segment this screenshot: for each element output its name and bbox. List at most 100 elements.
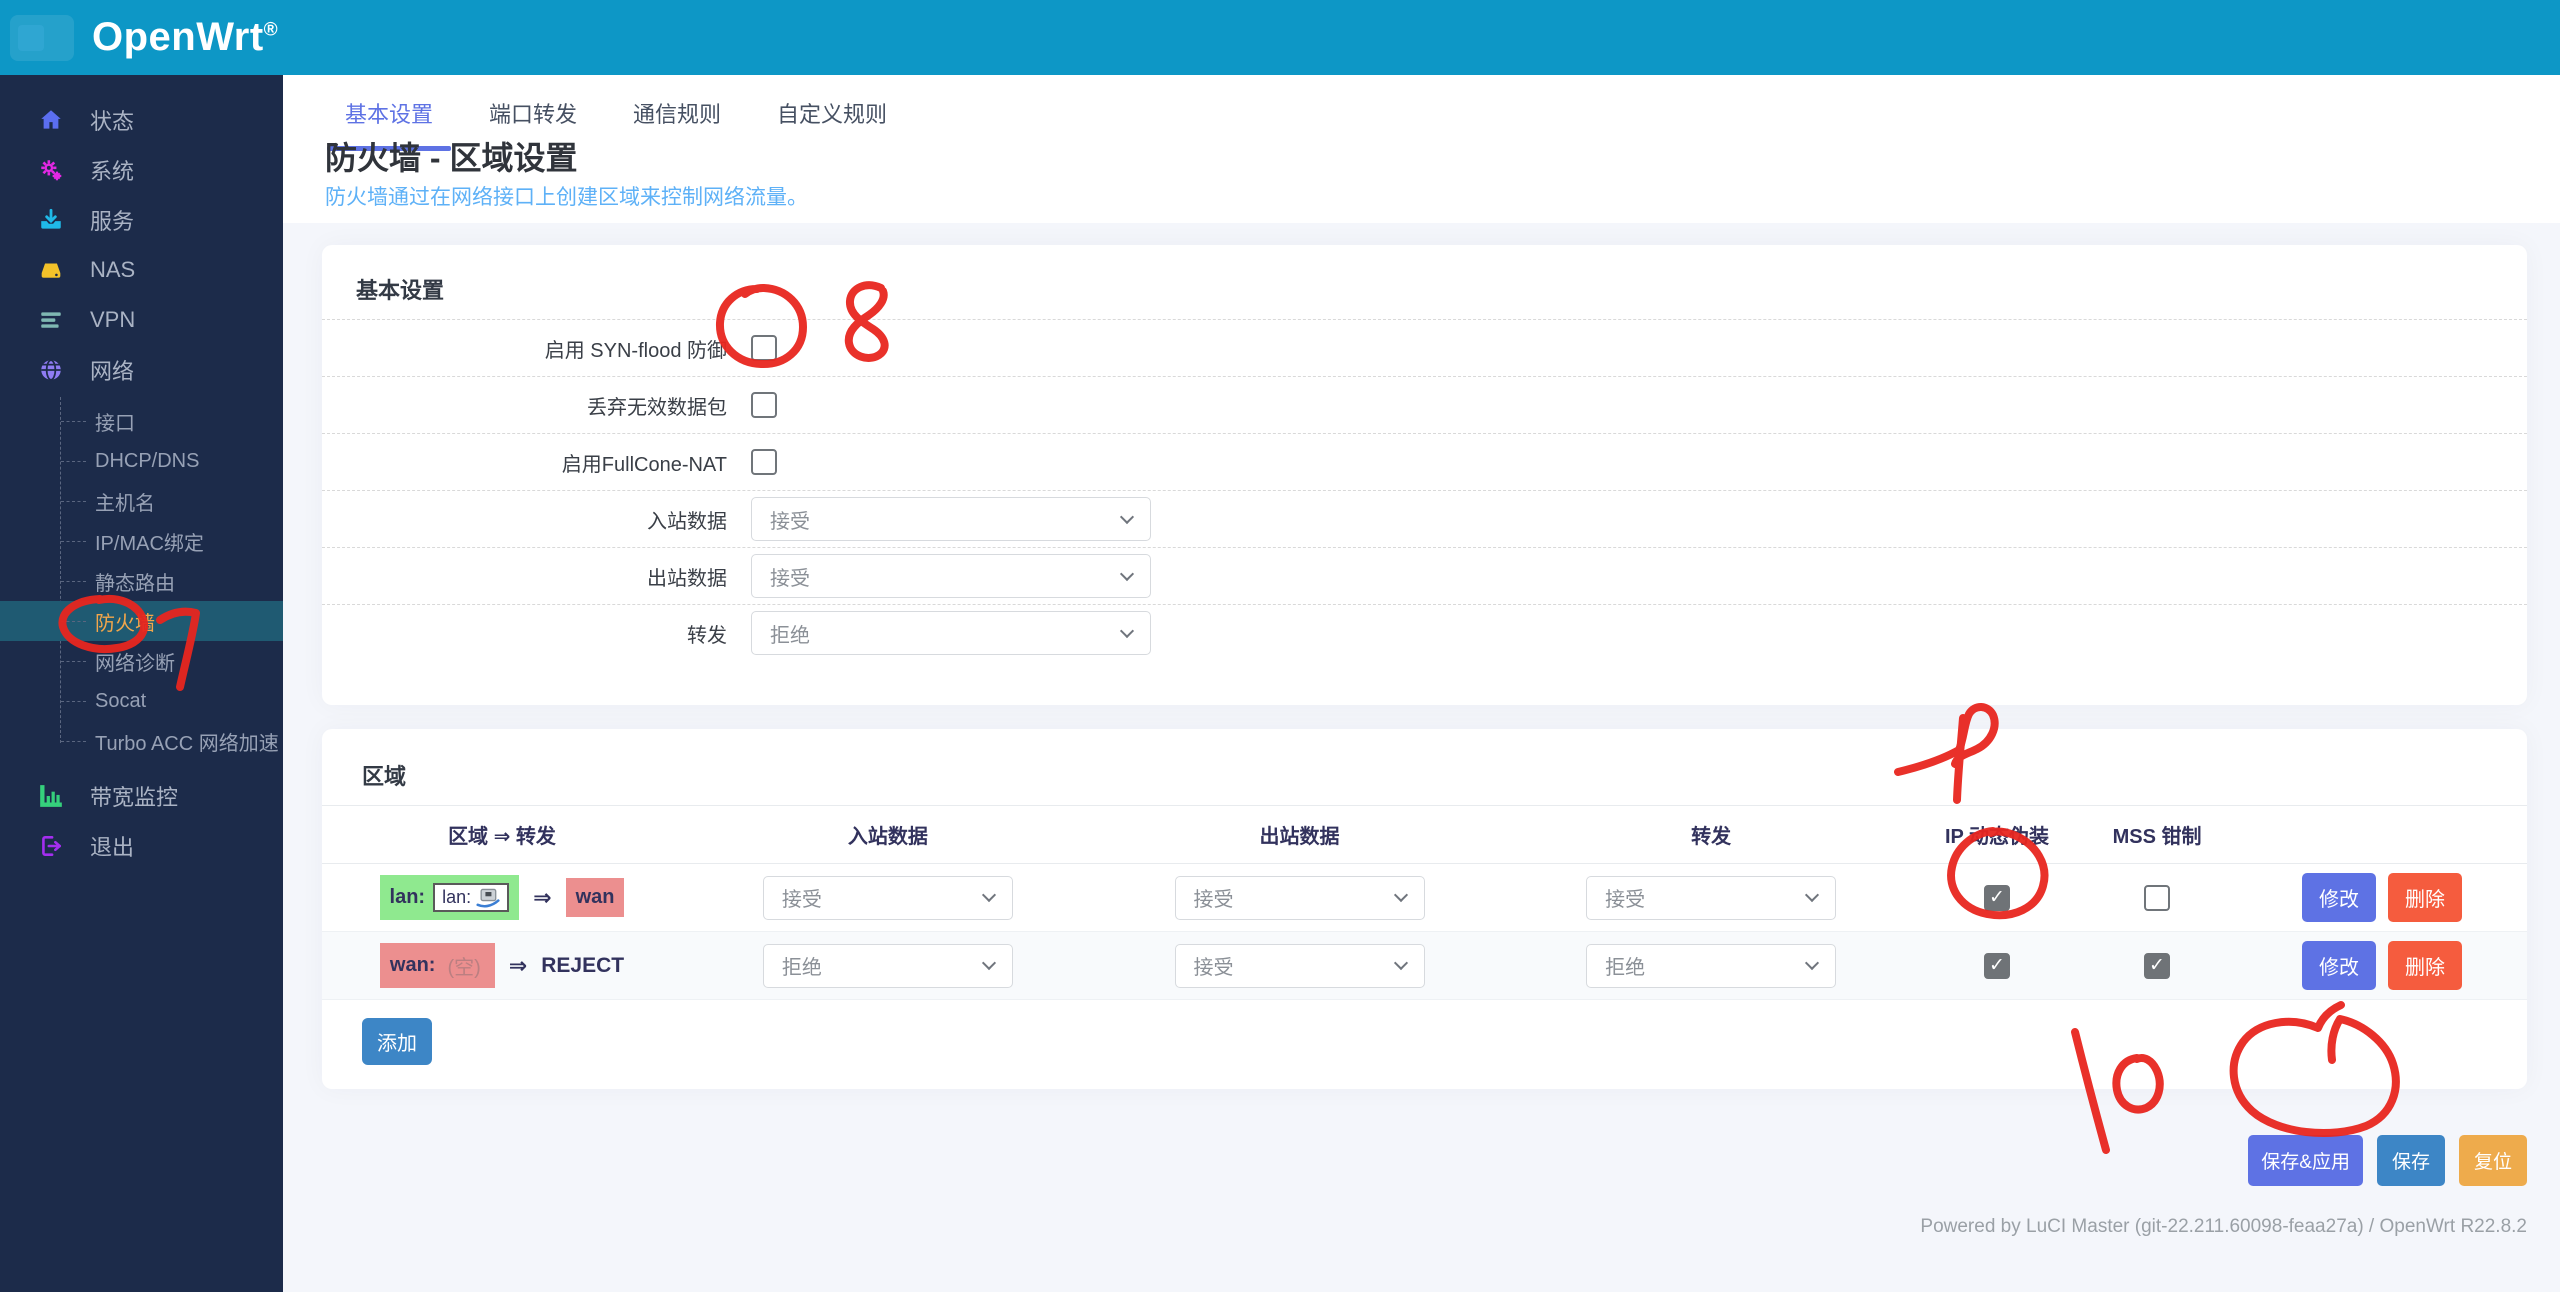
input-policy-label: 入站数据: [647, 510, 727, 533]
sidebar-item-turbo-acc[interactable]: Turbo ACC 网络加速: [0, 721, 283, 761]
lan-masquerade-checkbox[interactable]: [1984, 884, 2011, 911]
zones-card: 区域 区域 ⇒ 转发 入站数据 出站数据 转发 IP 动态伪装 MSS 钳制 l…: [322, 729, 2527, 1089]
sidebar-item-nas[interactable]: NAS: [0, 245, 283, 295]
sidebar-item-bandwidth-monitor[interactable]: 带宽监控: [0, 771, 283, 821]
sidebar-item-services[interactable]: 服务: [0, 195, 283, 245]
lan-input-select[interactable]: 接受: [762, 875, 1013, 920]
wan-input-select[interactable]: 拒绝: [762, 943, 1013, 988]
sidebar-item-logout[interactable]: 退出: [0, 821, 283, 871]
lan-zone-badge: lan: lan:: [379, 875, 520, 920]
wan-mss-checkbox[interactable]: [2144, 952, 2171, 979]
form-row-output: 出站数据 接受: [322, 547, 2527, 604]
sidebar-item-hostname[interactable]: 主机名: [0, 481, 283, 521]
fullcone-nat-label: 启用FullCone-NAT: [561, 453, 727, 476]
chevron-down-icon: [1805, 887, 1820, 903]
content-scroll-area: 基本设置 启用 SYN-flood 防御 丢弃无效数据包 启用FullCone-…: [283, 223, 2560, 1292]
add-zone-button[interactable]: 添加: [362, 1018, 432, 1065]
zones-heading: 区域: [362, 764, 407, 789]
vpn-bars-icon: [36, 307, 66, 333]
col-input: 入站数据: [847, 826, 928, 848]
sidebar-toggle-button[interactable]: [10, 14, 74, 61]
sidebar-item-vpn[interactable]: VPN: [0, 295, 283, 345]
output-policy-select[interactable]: 接受: [751, 554, 1151, 598]
form-row-drop-invalid: 丢弃无效数据包: [322, 376, 2527, 433]
network-submenu: 接口 DHCP/DNS 主机名 IP/MAC绑定 静态路由 防火墙 网络诊断 S…: [0, 395, 283, 771]
reset-button[interactable]: 复位: [2458, 1135, 2527, 1186]
tab-custom-rules[interactable]: 自定义规则: [759, 89, 905, 151]
lan-delete-button[interactable]: 删除: [2388, 873, 2463, 922]
col-forward: 转发: [1691, 826, 1732, 848]
save-button[interactable]: 保存: [2376, 1135, 2445, 1186]
forward-policy-label: 转发: [687, 624, 727, 647]
wan-target-badge: wan: [565, 878, 625, 917]
chevron-down-icon: [981, 955, 996, 971]
sidebar-item-static-routes[interactable]: 静态路由: [0, 561, 283, 601]
output-policy-label: 出站数据: [647, 567, 727, 590]
col-mss: MSS 钳制: [2112, 826, 2202, 848]
zones-table-header: 区域 ⇒ 转发 入站数据 出站数据 转发 IP 动态伪装 MSS 钳制: [322, 806, 2527, 864]
nas-drive-icon: [36, 257, 66, 283]
drop-invalid-checkbox[interactable]: [751, 392, 777, 418]
syn-flood-label: 启用 SYN-flood 防御: [544, 339, 727, 362]
chevron-down-icon: [1393, 955, 1408, 971]
drop-invalid-label: 丢弃无效数据包: [587, 396, 727, 419]
input-policy-select[interactable]: 接受: [751, 497, 1151, 541]
sidebar-toggle-icon: [18, 24, 44, 51]
zone-arrow: ⇒: [508, 952, 528, 978]
brand-logo[interactable]: OpenWrt®: [92, 15, 278, 60]
col-output: 出站数据: [1259, 826, 1340, 848]
forward-policy-select[interactable]: 拒绝: [751, 611, 1151, 655]
sidebar-item-system[interactable]: 系统: [0, 145, 283, 195]
zone-row-lan: lan: lan: ⇒ wan 接受 接受 接受 修改 删除: [322, 864, 2527, 932]
sidebar-item-firewall[interactable]: 防火墙: [0, 601, 283, 641]
lan-mss-checkbox[interactable]: [2144, 884, 2171, 911]
col-zone-forward: 区域 ⇒ 转发: [448, 826, 556, 848]
lan-forward-select[interactable]: 接受: [1586, 875, 1837, 920]
lan-edit-button[interactable]: 修改: [2302, 873, 2377, 922]
sidebar-item-socat[interactable]: Socat: [0, 681, 283, 721]
sidebar-item-interfaces[interactable]: 接口: [0, 401, 283, 441]
sidebar-item-dhcp-dns[interactable]: DHCP/DNS: [0, 441, 283, 481]
ethernet-adapter-icon: [476, 888, 500, 907]
chevron-down-icon: [981, 887, 996, 903]
sidebar-item-network[interactable]: 网络: [0, 345, 283, 395]
lan-output-select[interactable]: 接受: [1174, 875, 1425, 920]
chevron-down-icon: [1119, 623, 1135, 638]
main-content: 基本设置 端口转发 通信规则 自定义规则 防火墙 - 区域设置 防火墙通过在网络…: [283, 75, 2560, 1292]
chevron-down-icon: [1119, 509, 1135, 524]
reject-target-label: REJECT: [541, 953, 625, 977]
logout-icon: [36, 833, 66, 859]
wan-zone-badge: wan: (空): [379, 943, 495, 988]
sidebar-item-ip-mac-binding[interactable]: IP/MAC绑定: [0, 521, 283, 561]
lan-interface-chip: lan:: [433, 883, 510, 912]
wan-empty-label: (空): [447, 957, 481, 979]
form-row-fullcone-nat: 启用FullCone-NAT: [322, 433, 2527, 490]
syn-flood-checkbox[interactable]: [751, 335, 777, 361]
tab-traffic-rules[interactable]: 通信规则: [615, 89, 739, 151]
zone-arrow: ⇒: [533, 884, 552, 910]
save-apply-button[interactable]: 保存&应用: [2248, 1135, 2363, 1186]
chevron-down-icon: [1393, 887, 1408, 903]
page-title: 防火墙 - 区域设置: [325, 140, 578, 176]
top-header: OpenWrt®: [0, 0, 2560, 75]
sidebar-item-status[interactable]: 状态: [0, 95, 283, 145]
footer-credit: Powered by LuCI Master (git-22.211.60098…: [1920, 1216, 2527, 1237]
globe-icon: [36, 357, 66, 383]
sidebar: 状态 系统 服务 NAS VPN 网络 接口 DHCP/DNS 主机名 IP/M…: [0, 75, 283, 1292]
page-header-area: 基本设置 端口转发 通信规则 自定义规则 防火墙 - 区域设置 防火墙通过在网络…: [283, 75, 2560, 223]
form-row-forward: 转发 拒绝: [322, 604, 2527, 661]
basic-settings-heading: 基本设置: [356, 278, 445, 303]
wan-edit-button[interactable]: 修改: [2302, 941, 2377, 990]
wan-output-select[interactable]: 接受: [1174, 943, 1425, 988]
wan-delete-button[interactable]: 删除: [2388, 941, 2463, 990]
page-description: 防火墙通过在网络接口上创建区域来控制网络流量。: [325, 186, 808, 209]
wan-masquerade-checkbox[interactable]: [1984, 952, 2011, 979]
sidebar-item-diagnostics[interactable]: 网络诊断: [0, 641, 283, 681]
page-actions: 保存&应用 保存 复位: [322, 1135, 2527, 1186]
fullcone-nat-checkbox[interactable]: [751, 449, 777, 475]
col-masquerade: IP 动态伪装: [1944, 826, 2050, 848]
download-icon: [36, 207, 66, 233]
zone-row-wan: wan: (空) ⇒ REJECT 拒绝 接受 拒绝 修改 删除: [322, 932, 2527, 1000]
wan-forward-select[interactable]: 拒绝: [1586, 943, 1837, 988]
form-row-syn-flood: 启用 SYN-flood 防御: [322, 319, 2527, 376]
